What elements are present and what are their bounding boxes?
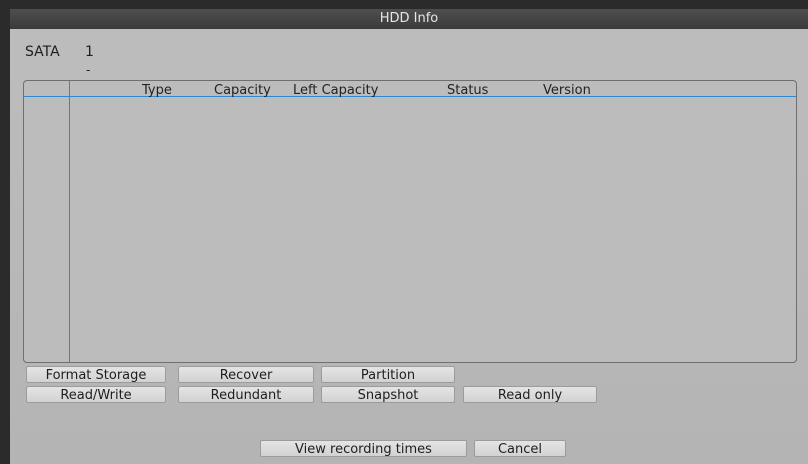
sata-number: 1 — [85, 44, 94, 60]
snapshot-button[interactable]: Snapshot — [321, 386, 455, 403]
read-write-button[interactable]: Read/Write — [26, 386, 166, 403]
view-recording-times-button[interactable]: View recording times — [260, 440, 467, 457]
hdd-info-window: HDD Info SATA 1 - Type Capacity Left Cap… — [10, 9, 808, 464]
sata-dash: - — [86, 63, 91, 77]
column-header-version[interactable]: Version — [543, 83, 591, 98]
sata-label: SATA — [25, 44, 60, 60]
cancel-button[interactable]: Cancel — [474, 440, 566, 457]
column-header-type[interactable]: Type — [142, 83, 172, 98]
table-column-divider — [69, 81, 70, 362]
recover-button[interactable]: Recover — [178, 366, 314, 383]
column-header-status[interactable]: Status — [447, 83, 488, 98]
read-only-button[interactable]: Read only — [463, 386, 597, 403]
redundant-button[interactable]: Redundant — [178, 386, 314, 403]
window-title: HDD Info — [10, 9, 808, 29]
partition-button[interactable]: Partition — [321, 366, 455, 383]
hdd-table[interactable]: Type Capacity Left Capacity Status Versi… — [23, 80, 797, 363]
table-header-divider — [24, 96, 796, 97]
column-header-capacity[interactable]: Capacity — [214, 83, 271, 98]
format-storage-button[interactable]: Format Storage — [26, 366, 166, 383]
column-header-left-capacity[interactable]: Left Capacity — [293, 83, 378, 98]
